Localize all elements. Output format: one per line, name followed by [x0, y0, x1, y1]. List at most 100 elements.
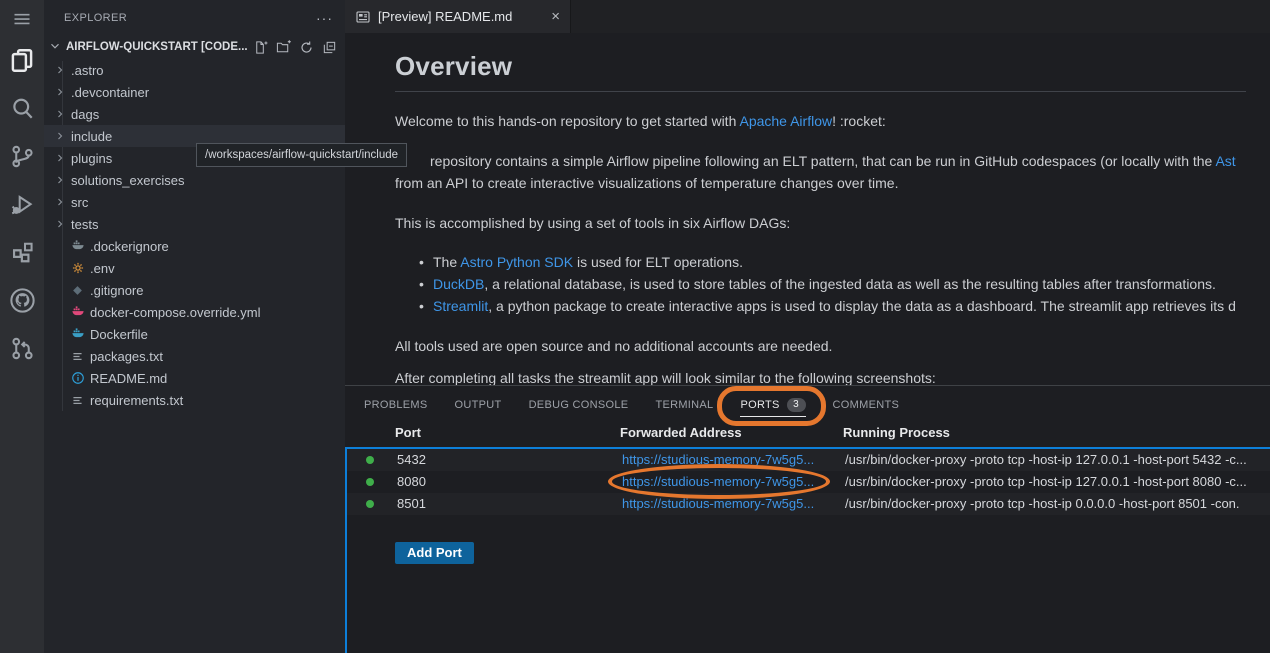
tree-item-label: dags: [71, 107, 99, 122]
link-astro-python-sdk[interactable]: Astro Python SDK: [460, 254, 573, 270]
chevron-right-icon: [54, 174, 66, 186]
port-number: 8080: [397, 471, 426, 493]
panel-tab-label: TERMINAL: [655, 399, 713, 411]
forwarded-address-link[interactable]: https://studious-memory-7w5g5...: [622, 493, 814, 515]
md-paragraph-2-line-2: from an API to create interactive visual…: [395, 172, 1246, 194]
tree-item-label: plugins: [71, 151, 112, 166]
explorer-icon[interactable]: [0, 36, 44, 84]
pull-request-icon[interactable]: [0, 324, 44, 372]
link-astro-cli[interactable]: Ast: [1215, 153, 1235, 169]
project-name: AIRFLOW-QUICKSTART [CODE...: [66, 41, 249, 53]
md-paragraph-3: This is accomplished by using a set of t…: [395, 212, 1246, 234]
chevron-right-icon: [54, 196, 66, 208]
md-bullet-2: DuckDB, a relational database, is used t…: [395, 273, 1246, 295]
tree-item-label: packages.txt: [90, 349, 163, 364]
tab-comments[interactable]: COMMENTS: [833, 396, 900, 415]
md-paragraph-2-line-1: repository contains a simple Airflow pip…: [395, 150, 1246, 172]
tree-item-label: Dockerfile: [90, 327, 148, 342]
extensions-icon[interactable]: [0, 228, 44, 276]
text-file-icon: [70, 350, 85, 363]
panel-tab-label: OUTPUT: [455, 399, 502, 411]
md-text: , a relational database, is used to stor…: [484, 276, 1216, 292]
tree-item-folder[interactable]: tests: [44, 213, 345, 235]
md-text: , a python package to create interactive…: [488, 298, 1236, 314]
tree-item-label: .astro: [71, 63, 104, 78]
tree-item-file[interactable]: docker-compose.override.yml: [44, 301, 345, 323]
add-port-button[interactable]: Add Port: [395, 542, 474, 564]
menu-icon[interactable]: [0, 2, 44, 36]
tab-preview-readme[interactable]: [Preview] README.md ×: [345, 0, 571, 33]
tab-output[interactable]: OUTPUT: [455, 396, 502, 415]
tree-item-folder[interactable]: .devcontainer: [44, 81, 345, 103]
collapse-all-icon[interactable]: [322, 40, 337, 55]
more-actions-icon[interactable]: ···: [316, 10, 333, 26]
forwarded-address-link[interactable]: https://studious-memory-7w5g5...: [622, 449, 814, 471]
tree-item-label: README.md: [90, 371, 167, 386]
chevron-down-icon: [48, 39, 62, 56]
md-paragraph-4: All tools used are open source and no ad…: [395, 335, 1246, 357]
search-icon[interactable]: [0, 84, 44, 132]
tree-item-file[interactable]: .env: [44, 257, 345, 279]
new-folder-icon[interactable]: [276, 40, 291, 55]
status-dot-icon: [366, 478, 374, 486]
ports-count-badge: 3: [787, 398, 806, 412]
tree-item-label: .devcontainer: [71, 85, 149, 100]
tree-item-label: .env: [90, 261, 115, 276]
link-streamlit[interactable]: Streamlit: [433, 298, 488, 314]
link-apache-airflow[interactable]: Apache Airflow: [739, 113, 832, 129]
chevron-right-icon: [54, 152, 66, 164]
tree-item-file[interactable]: packages.txt: [44, 345, 345, 367]
md-text: The: [433, 254, 460, 270]
tree-item-folder[interactable]: src: [44, 191, 345, 213]
panel-tab-label: PORTS: [740, 399, 779, 411]
tree-item-folder[interactable]: dags: [44, 103, 345, 125]
file-tree: .astro .devcontainer dags include plugin…: [44, 59, 345, 411]
header-running-process: Running Process: [843, 425, 1270, 440]
md-text: repository contains a simple Airflow pip…: [430, 153, 1215, 169]
docker-compose-icon: [70, 305, 85, 319]
sidebar-title: EXPLORER: [64, 12, 127, 24]
github-icon[interactable]: [0, 276, 44, 324]
project-root-row[interactable]: AIRFLOW-QUICKSTART [CODE...: [44, 35, 345, 59]
refresh-icon[interactable]: [299, 40, 314, 55]
tab-label: [Preview] README.md: [378, 9, 512, 24]
port-row-8501[interactable]: 8501 https://studious-memory-7w5g5... /u…: [347, 493, 1270, 515]
tab-ports[interactable]: PORTS 3: [740, 395, 805, 417]
chevron-right-icon: [54, 86, 66, 98]
tree-item-label: solutions_exercises: [71, 173, 184, 188]
tree-item-label: .gitignore: [90, 283, 143, 298]
tree-item-folder[interactable]: .astro: [44, 59, 345, 81]
md-bullet-list: The Astro Python SDK is used for ELT ope…: [395, 251, 1246, 317]
forwarded-address-link-8080[interactable]: https://studious-memory-7w5g5...: [622, 471, 814, 493]
vscode-window: { "colors": { "annotation_orange": "#e57…: [0, 0, 1270, 653]
source-control-icon[interactable]: [0, 132, 44, 180]
tab-debug-console[interactable]: DEBUG CONSOLE: [529, 396, 629, 415]
tree-item-label: requirements.txt: [90, 393, 183, 408]
tree-item-label: tests: [71, 217, 98, 232]
editor-area: [Preview] README.md × Overview Welcome t…: [345, 0, 1270, 385]
activity-bar: [0, 0, 44, 653]
bottom-panel: PROBLEMS OUTPUT DEBUG CONSOLE TERMINAL P…: [345, 385, 1270, 653]
panel-tab-label: DEBUG CONSOLE: [529, 399, 629, 411]
tree-item-label: src: [71, 195, 88, 210]
tab-terminal[interactable]: TERMINAL: [655, 396, 713, 415]
run-debug-icon[interactable]: [0, 180, 44, 228]
tree-item-file[interactable]: .gitignore: [44, 279, 345, 301]
port-row-5432[interactable]: 5432 https://studious-memory-7w5g5... /u…: [347, 449, 1270, 471]
link-duckdb[interactable]: DuckDB: [433, 276, 484, 292]
diamond-icon: [70, 284, 85, 297]
new-file-icon[interactable]: [253, 40, 268, 55]
panel-tab-label: PROBLEMS: [364, 399, 428, 411]
tree-item-file[interactable]: Dockerfile: [44, 323, 345, 345]
port-row-8080[interactable]: 8080 https://studious-memory-7w5g5... /u…: [347, 471, 1270, 493]
tab-bar: [Preview] README.md ×: [345, 0, 1270, 33]
port-number: 5432: [397, 449, 426, 471]
tree-item-folder[interactable]: solutions_exercises: [44, 169, 345, 191]
tree-item-file[interactable]: .dockerignore: [44, 235, 345, 257]
info-icon: [70, 371, 85, 385]
panel-tab-label: COMMENTS: [833, 399, 900, 411]
tree-item-file[interactable]: requirements.txt: [44, 389, 345, 411]
close-icon[interactable]: ×: [551, 8, 560, 25]
tab-problems[interactable]: PROBLEMS: [364, 396, 428, 415]
tree-item-file[interactable]: README.md: [44, 367, 345, 389]
